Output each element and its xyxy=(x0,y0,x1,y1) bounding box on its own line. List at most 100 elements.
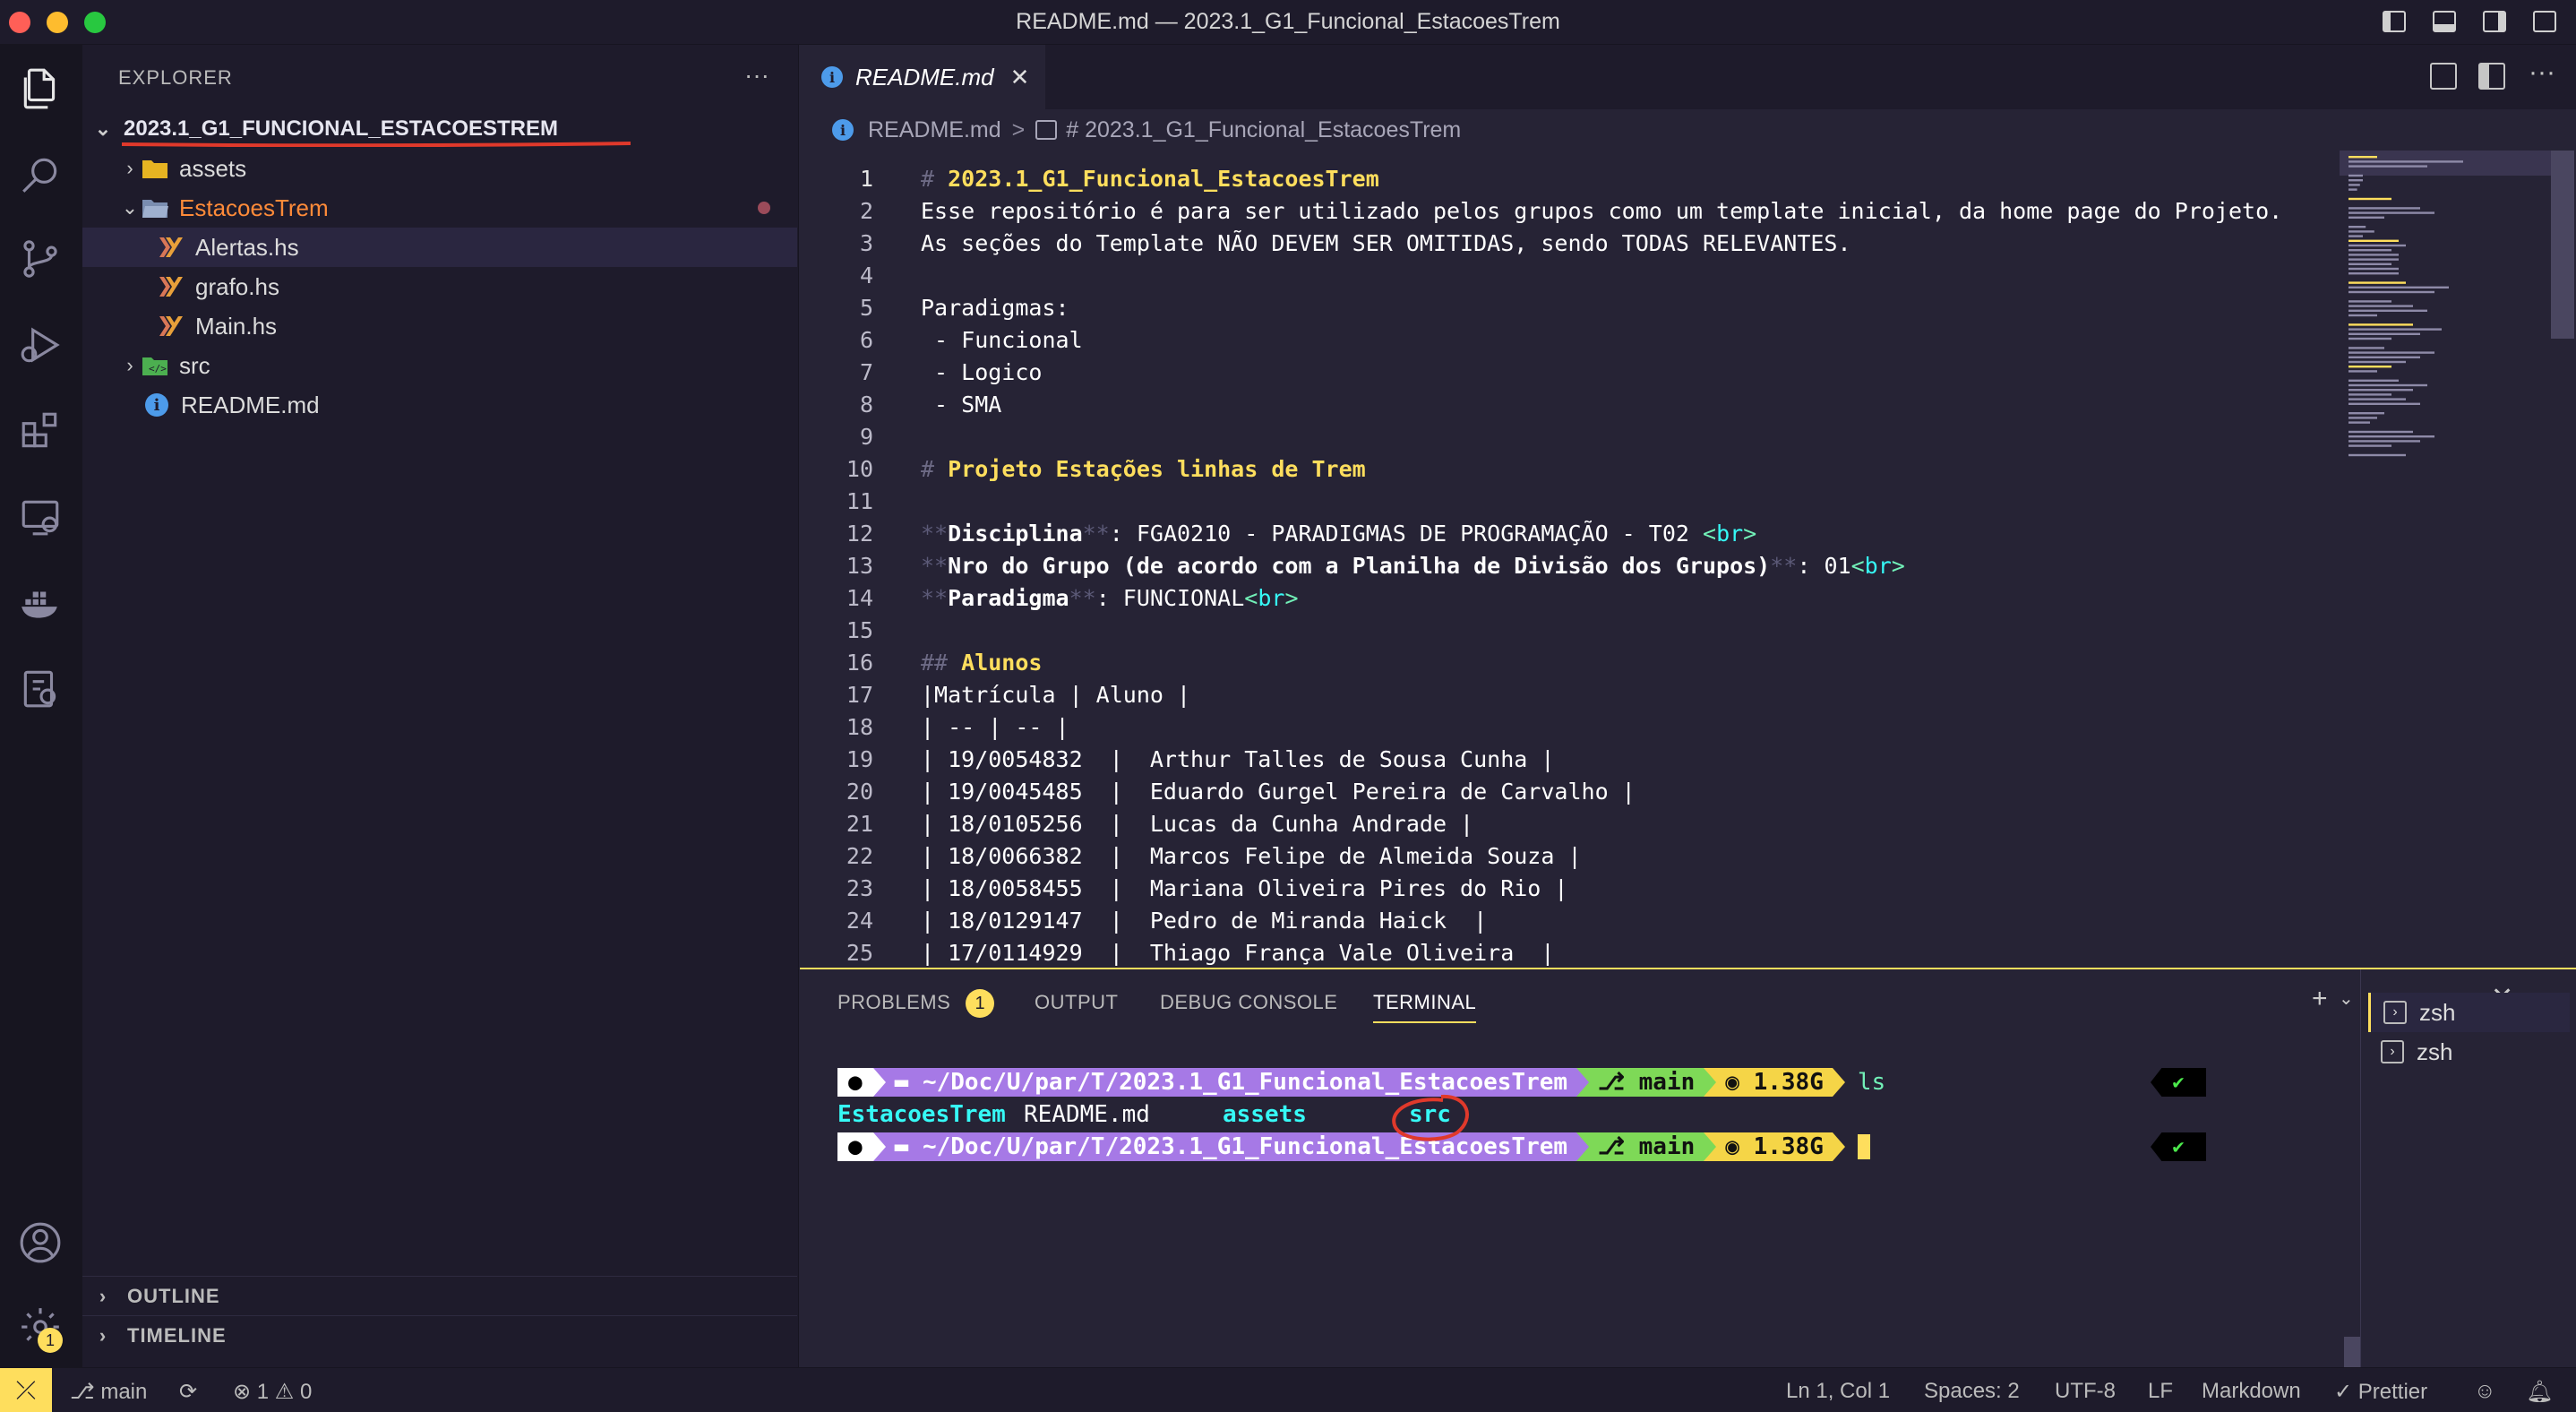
line-content: | 18/0058455 | Mariana Oliveira Pires do… xyxy=(921,875,1568,901)
code-line[interactable]: 21 | 18/0105256 | Lucas da Cunha Andrade … xyxy=(800,808,2340,840)
tab-problems[interactable]: PROBLEMS xyxy=(837,991,950,1014)
code-line[interactable]: 5 Paradigmas: xyxy=(800,292,2340,324)
search-icon[interactable] xyxy=(16,151,64,199)
outline-section[interactable]: › OUTLINE xyxy=(82,1276,797,1315)
tree-item-estacoestrem[interactable]: ⌄ EstacoesTrem xyxy=(82,188,797,228)
code-line[interactable]: 3 As seções do Template NÃO DEVEM SER OMI… xyxy=(800,228,2340,260)
code-line[interactable]: 7 - Logico xyxy=(800,357,2340,389)
code-line[interactable]: 12 **Disciplina**: FGA0210 - PARADIGMAS D… xyxy=(800,518,2340,550)
minimap-line xyxy=(2348,235,2363,237)
line-number: 25 xyxy=(846,940,873,966)
accounts-icon[interactable] xyxy=(16,1218,64,1267)
line-number: 6 xyxy=(859,327,873,353)
code-line[interactable]: 23 | 18/0058455 | Mariana Oliveira Pires … xyxy=(800,873,2340,905)
end-of-line[interactable]: LF xyxy=(2148,1379,2173,1404)
code-line[interactable]: 9 xyxy=(800,421,2340,453)
tree-item-main-hs[interactable]: Main.hs xyxy=(82,306,797,346)
chevron-down-icon: ⌄ xyxy=(94,117,112,140)
split-editor-icon[interactable] xyxy=(2478,63,2505,90)
minimap-line xyxy=(2348,328,2442,331)
explorer-sidebar: EXPLORER ··· ⌄ 2023.1_G1_FUNCIONAL_ESTAC… xyxy=(82,45,799,1367)
open-preview-icon[interactable] xyxy=(2430,63,2457,90)
code-line[interactable]: 13 **Nro do Grupo (de acordo com a Planil… xyxy=(800,550,2340,582)
tree-item-src[interactable]: › </> src xyxy=(82,346,797,385)
tab-readme[interactable]: i README.md ✕ xyxy=(800,45,1045,109)
minimap[interactable] xyxy=(2340,151,2555,968)
line-number: 24 xyxy=(846,908,873,934)
code-line[interactable]: 6 - Funcional xyxy=(800,324,2340,357)
line-number: 19 xyxy=(846,746,873,772)
code-editor[interactable]: 1 # 2023.1_G1_Funcional_EstacoesTrem 2 Esse… xyxy=(800,151,2340,968)
code-line[interactable]: 8 - SMA xyxy=(800,389,2340,421)
prettier-indicator[interactable]: ✓ Prettier xyxy=(2334,1379,2427,1405)
tree-item-alertas-hs[interactable]: Alertas.hs xyxy=(82,228,797,267)
editor-more-actions[interactable]: ··· xyxy=(2529,57,2555,88)
extensions-icon[interactable] xyxy=(16,407,64,455)
encoding[interactable]: UTF-8 xyxy=(2055,1379,2116,1404)
code-line[interactable]: 17 |Matrícula | Aluno | xyxy=(800,679,2340,711)
line-number: 12 xyxy=(846,521,873,547)
terminal-list: › zsh › zsh xyxy=(2360,969,2576,1369)
code-line[interactable]: 24 | 18/0129147 | Pedro de Miranda Haick … xyxy=(800,905,2340,937)
indentation[interactable]: Spaces: 2 xyxy=(1924,1379,2020,1404)
terminal-item-zsh[interactable]: › zsh xyxy=(2368,1032,2570,1072)
minimap-line xyxy=(2348,184,2360,186)
terminal-item-zsh[interactable]: › zsh xyxy=(2368,993,2570,1032)
chevron-down-icon[interactable]: ⌄ xyxy=(2339,987,2354,1010)
branch-indicator[interactable]: ⎇ main xyxy=(70,1379,147,1405)
close-tab-icon[interactable]: ✕ xyxy=(1010,64,1030,91)
minimap-line xyxy=(2348,366,2391,368)
toggle-secondary-sidebar-icon[interactable] xyxy=(2483,11,2506,32)
code-line[interactable]: 4 xyxy=(800,260,2340,292)
code-line[interactable]: 16 ## Alunos xyxy=(800,647,2340,679)
code-line[interactable]: 11 xyxy=(800,486,2340,518)
tree-item-grafo-hs[interactable]: grafo.hs xyxy=(82,267,797,306)
tree-item-readme[interactable]: i README.md xyxy=(82,385,797,425)
code-line[interactable]: 19 | 19/0054832 | Arthur Talles de Sousa … xyxy=(800,744,2340,776)
sync-icon[interactable]: ⟳ xyxy=(179,1379,197,1405)
tab-output[interactable]: OUTPUT xyxy=(1035,991,1118,1014)
code-line[interactable]: 25 | 17/0114929 | Thiago França Vale Oliv… xyxy=(800,937,2340,968)
language-mode[interactable]: Markdown xyxy=(2202,1379,2301,1404)
tab-debug-console[interactable]: DEBUG CONSOLE xyxy=(1160,991,1337,1014)
remote-explorer-icon[interactable] xyxy=(16,493,64,541)
line-number: 13 xyxy=(846,553,873,579)
code-line[interactable]: 10 # Projeto Estações linhas de Trem xyxy=(800,453,2340,486)
code-line[interactable]: 2 Esse repositório é para ser utilizado p… xyxy=(800,195,2340,228)
tree-item-assets[interactable]: › assets xyxy=(82,149,797,188)
code-line[interactable]: 20 | 19/0045485 | Eduardo Gurgel Pereira … xyxy=(800,776,2340,808)
explorer-more-actions[interactable]: ··· xyxy=(744,61,769,90)
code-line[interactable]: 1 # 2023.1_G1_Funcional_EstacoesTrem xyxy=(800,163,2340,195)
toggle-panel-icon[interactable] xyxy=(2433,11,2456,32)
notifications-bell-icon[interactable]: 🔔︎ xyxy=(2526,1379,2553,1405)
minimap-line xyxy=(2348,453,2406,457)
activity-bar: 1 xyxy=(0,45,82,1367)
customize-layout-icon[interactable] xyxy=(2533,11,2556,32)
toggle-primary-sidebar-icon[interactable] xyxy=(2383,11,2406,32)
editor-scrollbar[interactable] xyxy=(2551,151,2574,339)
tree-item-label: README.md xyxy=(181,391,320,418)
problems-indicator[interactable]: ⊗ 1 ⚠ 0 xyxy=(233,1379,312,1405)
cursor-position[interactable]: Ln 1, Col 1 xyxy=(1786,1379,1890,1404)
prompt-line: ● ▬ ~/Doc/U/par/T/2023.1_G1_Funcional_Es… xyxy=(837,1132,1870,1161)
line-content: | 19/0054832 | Arthur Talles de Sousa Cu… xyxy=(921,746,1555,772)
breadcrumb-symbol[interactable]: # 2023.1_G1_Funcional_EstacoesTrem xyxy=(1066,117,1461,143)
run-debug-icon[interactable] xyxy=(16,321,64,369)
code-line[interactable]: 14 **Paradigma**: FUNCIONAL<br> xyxy=(800,582,2340,615)
code-line[interactable]: 18 | -- | -- | xyxy=(800,711,2340,744)
timeline-section[interactable]: › TIMELINE xyxy=(82,1315,797,1355)
minimap-line xyxy=(2348,332,2420,335)
terminal-scrollbar[interactable] xyxy=(2344,1337,2360,1369)
tab-terminal[interactable]: TERMINAL xyxy=(1373,991,1477,1023)
remote-indicator-icon[interactable]: ⤫ xyxy=(0,1368,52,1412)
source-control-icon[interactable] xyxy=(16,235,64,283)
code-line[interactable]: 22 | 18/0066382 | Marcos Felipe de Almeid… xyxy=(800,840,2340,873)
code-line[interactable]: 15 xyxy=(800,615,2340,647)
explorer-icon[interactable] xyxy=(16,65,64,113)
settings-sync-icon[interactable] xyxy=(16,665,64,713)
docker-icon[interactable] xyxy=(16,579,64,627)
breadcrumb-file[interactable]: README.md xyxy=(868,117,1001,143)
terminal-view[interactable]: ● ▬ ~/Doc/U/par/T/2023.1_G1_Funcional_Es… xyxy=(837,1061,2217,1347)
new-terminal-icon[interactable]: + xyxy=(2312,984,2328,1014)
feedback-icon[interactable]: ☺ xyxy=(2474,1379,2496,1404)
